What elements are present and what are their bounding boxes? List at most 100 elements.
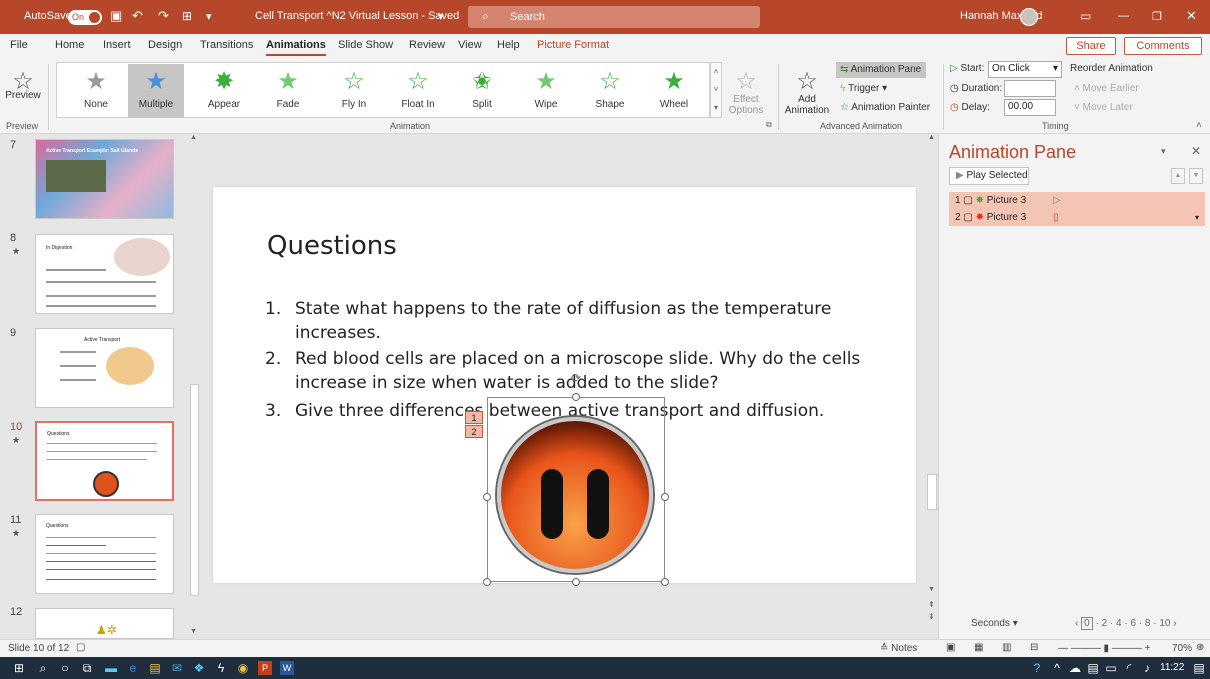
resize-handle[interactable] [483, 493, 491, 501]
title-dropdown-icon[interactable]: ▾ [438, 10, 444, 23]
edge-icon[interactable]: e [126, 661, 140, 675]
mail-icon[interactable]: ✉ [170, 661, 184, 675]
effect-wheel[interactable]: ★ Wheel [646, 64, 702, 118]
help-icon[interactable]: ? [1030, 661, 1044, 675]
animation-tag-1[interactable]: 1 [465, 411, 483, 424]
thumbnail-slide-11[interactable]: Questions [35, 514, 174, 594]
fit-slide-icon[interactable]: ⊕ [1196, 642, 1204, 653]
animation-item-2[interactable]: 2 ▢ ✸ Picture 3 ▯ ▾ [949, 210, 1205, 226]
volume-icon[interactable]: ♪ [1140, 661, 1154, 675]
scroll-up-icon[interactable]: ▲ [190, 134, 199, 144]
document-title[interactable]: Cell Transport ^N2 Virtual Lesson - Save… [255, 10, 459, 22]
search-icon[interactable]: ⌕ [36, 661, 50, 675]
move-later-button[interactable]: ˅ Move Later [1074, 102, 1133, 113]
collapse-ribbon-icon[interactable]: ˄ [1196, 120, 1202, 131]
thumbnail-slide-9[interactable]: Active Transport [35, 328, 174, 408]
effect-appear[interactable]: ✸ Appear [196, 64, 252, 118]
tab-insert[interactable]: Insert [103, 39, 131, 51]
app-icon[interactable]: ϟ [214, 661, 228, 675]
tab-design[interactable]: Design [148, 39, 182, 51]
effect-shape[interactable]: ☆ Shape [582, 64, 638, 118]
tray-chevron-icon[interactable]: ^ [1050, 661, 1064, 675]
avatar[interactable] [1020, 8, 1038, 26]
spelling-icon[interactable]: ▢ [76, 642, 85, 653]
effect-split[interactable]: ✬ Split [454, 64, 510, 118]
app-icon[interactable]: ▬ [104, 661, 118, 675]
slideshow-view-icon[interactable]: ⊟ [1030, 642, 1038, 653]
file-explorer-icon[interactable]: ▤ [148, 661, 162, 675]
effect-float-in[interactable]: ☆ Float In [390, 64, 446, 118]
slide-scrollbar[interactable]: ▲ ▼ ⇞ ⇟ [926, 134, 938, 639]
autosave-toggle[interactable]: On [68, 10, 102, 25]
seconds-dropdown[interactable]: Seconds ▾ [971, 618, 1018, 629]
share-button[interactable]: Share [1066, 37, 1116, 55]
tab-animations[interactable]: Animations [266, 39, 326, 56]
pane-close-icon[interactable]: ✕ [1191, 144, 1201, 158]
scroll-down-icon[interactable]: ▼ [928, 586, 935, 593]
animation-dialog-launcher[interactable]: ⧉ [766, 120, 772, 130]
normal-view-icon[interactable]: ▣ [946, 642, 955, 653]
trigger-button[interactable]: ϟ Trigger ▾ [840, 83, 887, 94]
chrome-icon[interactable]: ◉ [236, 661, 250, 675]
resize-handle[interactable] [661, 493, 669, 501]
scroll-down-icon[interactable]: ▼ [190, 628, 199, 638]
add-animation-button[interactable]: ☆ Add Animation [784, 64, 830, 118]
tab-help[interactable]: Help [497, 39, 520, 51]
thumbnails-scrollbar[interactable]: ▲ ▼ [188, 134, 201, 639]
search-box[interactable]: ⌕ Search [468, 6, 760, 28]
resize-handle[interactable] [661, 578, 669, 586]
task-view-icon[interactable]: ⧉ [80, 661, 94, 675]
reading-view-icon[interactable]: ▥ [1002, 642, 1011, 653]
zoom-slider[interactable]: — ——— ▮ ——— + [1058, 643, 1150, 654]
minimize-icon[interactable]: — [1118, 10, 1129, 22]
scroll-up-icon[interactable]: ▲ [928, 134, 935, 141]
preview-button[interactable]: ☆ Preview [4, 64, 42, 118]
previous-slide-icon[interactable]: ⇞ [928, 600, 935, 609]
slide[interactable]: Questions 1. State what happens to the ra… [213, 187, 916, 586]
duration-input[interactable] [1004, 80, 1056, 97]
delay-input[interactable]: 00.00 [1004, 99, 1056, 116]
item-dropdown-icon[interactable]: ▾ [1195, 210, 1199, 226]
save-icon[interactable]: ▣ [110, 8, 122, 24]
notifications-icon[interactable]: ▤ [1192, 661, 1206, 675]
notes-button[interactable]: ≙ Notes [880, 643, 917, 654]
windows-start-icon[interactable]: ⊞ [12, 661, 26, 675]
tab-view[interactable]: View [458, 39, 482, 51]
network-icon[interactable]: ▤ [1086, 661, 1100, 675]
effect-none[interactable]: ★ None [68, 64, 124, 118]
timeline-scale[interactable]: ‹ 0 · 2 · 4 · 6 · 8 · 10 › [1075, 617, 1177, 630]
tab-review[interactable]: Review [409, 39, 445, 51]
comments-button[interactable]: Comments [1124, 37, 1202, 55]
thumbnail-slide-8[interactable]: In Digestion [35, 234, 174, 314]
effect-fly-in[interactable]: ☆ Fly In [326, 64, 382, 118]
tab-transitions[interactable]: Transitions [200, 39, 253, 51]
scroll-thumb[interactable] [190, 384, 199, 596]
slide-title[interactable]: Questions [267, 231, 397, 261]
cortana-icon[interactable]: ○ [58, 661, 72, 675]
resize-handle[interactable] [483, 578, 491, 586]
gallery-scroll[interactable]: ˄ ˅ ▾ [710, 62, 722, 118]
pause-button-picture[interactable] [497, 417, 653, 573]
animation-pane-button[interactable]: ⇆ Animation Pane [836, 62, 926, 78]
wifi-icon[interactable]: ◜ [1122, 661, 1136, 675]
effect-wipe[interactable]: ★ Wipe [518, 64, 574, 118]
powerpoint-icon[interactable]: P [258, 661, 272, 675]
animation-item-1[interactable]: 1 ▢ ✸ Picture 3 ▷ [949, 193, 1205, 209]
tab-slide-show[interactable]: Slide Show [338, 39, 393, 51]
undo-icon[interactable]: ↶ [132, 8, 143, 24]
close-icon[interactable]: ✕ [1186, 8, 1197, 24]
redo-icon[interactable]: ↷ [158, 8, 169, 24]
zoom-level[interactable]: 70% [1172, 643, 1192, 654]
move-up-icon[interactable]: ▲ [1171, 168, 1185, 184]
start-select[interactable]: On Click ▾ [988, 61, 1062, 78]
next-slide-icon[interactable]: ⇟ [928, 612, 935, 621]
tab-file[interactable]: File [10, 39, 28, 51]
battery-icon[interactable]: ▭ [1104, 661, 1118, 675]
cloud-icon[interactable]: ☁ [1068, 661, 1082, 675]
present-icon[interactable]: ⊞ [182, 9, 192, 23]
thumbnail-slide-7[interactable]: Active Transport Example: Salt Glands [35, 139, 174, 219]
tab-picture-format[interactable]: Picture Format [537, 39, 609, 51]
tab-home[interactable]: Home [55, 39, 84, 51]
thumbnail-slide-12[interactable]: ♟✲ [35, 608, 174, 639]
move-down-icon[interactable]: ▼ [1189, 168, 1203, 184]
